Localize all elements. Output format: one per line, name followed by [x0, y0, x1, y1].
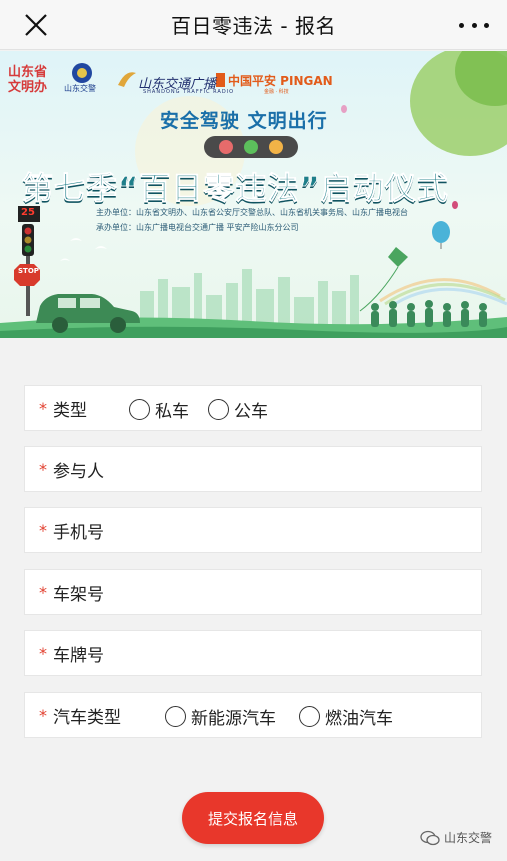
frame-number-label: 车架号 [53, 584, 104, 605]
stop-sign-label: STOP [18, 267, 39, 275]
phone-field[interactable]: * 手机号 [24, 507, 482, 553]
car-type-label: 汽车类型 [53, 707, 121, 728]
phone-input[interactable] [114, 510, 471, 550]
frame-number-field[interactable]: * 车架号 [24, 569, 482, 615]
radio-new-energy[interactable]: 新能源汽车 [165, 704, 276, 729]
radio-circle-icon[interactable] [129, 399, 150, 420]
car-type-field: * 汽车类型 新能源汽车 燃油汽车 [24, 692, 482, 738]
radio-private-car[interactable]: 私车 [129, 397, 189, 422]
required-mark: * [39, 705, 47, 725]
close-icon[interactable] [22, 11, 50, 39]
pingan-logo-icon [216, 73, 225, 87]
banner-headline: 第七季“百日零违法”启动仪式 [22, 171, 449, 208]
wenming-logo: 山东省文明办 [8, 65, 48, 95]
radio-private-car-label: 私车 [155, 402, 189, 422]
required-mark: * [39, 398, 47, 418]
radio-public-car[interactable]: 公车 [208, 397, 268, 422]
radio-logo-icon [118, 72, 136, 87]
radio-new-energy-label: 新能源汽车 [191, 709, 276, 729]
participant-input[interactable] [114, 449, 471, 489]
banner-slogan: 安全驾驶 文明出行 [160, 110, 328, 132]
radio-circle-icon[interactable] [165, 706, 186, 727]
participant-label: 参与人 [53, 461, 104, 482]
radio-circle-icon[interactable] [299, 706, 320, 727]
wechat-channel-icon [420, 830, 440, 845]
required-mark: * [39, 520, 47, 540]
watermark-text: 山东交警 [444, 831, 493, 845]
top-navbar: 百日零违法 - 报名 [0, 0, 507, 50]
radio-public-car-label: 公车 [234, 402, 268, 422]
balloon-icon [432, 221, 450, 243]
phone-label: 手机号 [53, 522, 104, 543]
page-title: 百日零违法 - 报名 [171, 14, 336, 38]
plate-number-label: 车牌号 [53, 645, 104, 666]
kite-icon [388, 247, 408, 267]
more-dots-icon[interactable] [459, 12, 489, 38]
pingan-logo: 中国平安 PINGAN [228, 74, 333, 88]
plate-number-field[interactable]: * 车牌号 [24, 630, 482, 676]
pingan-logo-sub: 金融 · 科技 [264, 89, 289, 95]
required-mark: * [39, 643, 47, 663]
jiaojing-logo: 山东交警 [64, 84, 96, 93]
coorganizer-text: 承办单位：山东广播电视台交通广播 平安产险山东分公司 [96, 223, 299, 232]
frame-number-input[interactable] [114, 572, 471, 612]
watermark: 山东交警 [420, 829, 492, 846]
event-banner: 山东省文明办 山东交警 山东交通广播 SHANDONG TRAFFIC RADI… [0, 51, 507, 338]
signal-countdown: 25 [21, 207, 35, 218]
organizer-text: 主办单位：山东省文明办、山东省公安厅交警总队、山东省机关事务局、山东广播电视台 [96, 208, 408, 217]
radio-fuel-label: 燃油汽车 [325, 709, 393, 729]
radio-logo-sub: SHANDONG TRAFFIC RADIO [143, 89, 235, 95]
required-mark: * [39, 459, 47, 479]
participant-field[interactable]: * 参与人 [24, 446, 482, 492]
traffic-signal-icon [18, 206, 40, 316]
radio-circle-icon[interactable] [208, 399, 229, 420]
type-field: * 类型 私车 公车 [24, 385, 482, 431]
required-mark: * [39, 582, 47, 602]
plate-number-input[interactable] [114, 633, 471, 673]
submit-button[interactable]: 提交报名信息 [182, 792, 324, 844]
type-label: 类型 [53, 400, 87, 421]
radio-fuel[interactable]: 燃油汽车 [299, 704, 393, 729]
